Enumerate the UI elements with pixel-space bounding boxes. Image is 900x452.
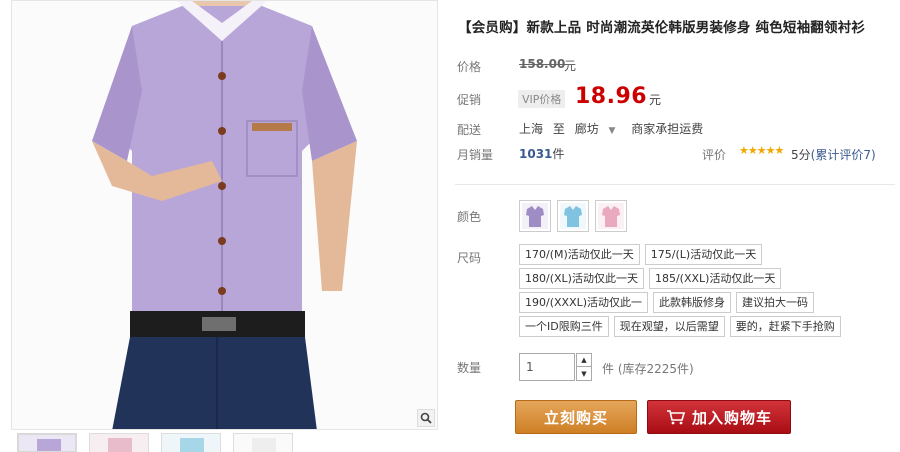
size-option[interactable]: 190/(XXXL)活动仅此一 — [519, 292, 649, 313]
shirt-illustration — [12, 1, 437, 429]
thumbnail-white[interactable] — [233, 433, 293, 452]
thumbnail-purple[interactable] — [17, 433, 77, 452]
sales-count: 1031 — [519, 147, 553, 161]
review-count-link[interactable]: (累计评价7) — [811, 148, 876, 162]
buy-now-button[interactable]: 立刻购买 — [515, 400, 637, 434]
shipping-note: 商家承担运费 — [631, 122, 704, 136]
quantity-stepper: ▲ ▼ — [576, 353, 592, 381]
quantity-up-icon[interactable]: ▲ — [576, 353, 592, 367]
buy-now-label: 立刻购买 — [543, 408, 608, 427]
add-to-cart-button[interactable]: 加入购物车 — [647, 400, 791, 434]
size-option[interactable]: 现在观望，以后需望 — [613, 316, 725, 337]
ship-from: 上海 — [519, 122, 544, 136]
size-option[interactable]: 建议拍大一码 — [736, 292, 815, 313]
product-title: 【会员购】新款上品 时尚潮流英伦韩版男装修身 纯色短袖翻领衬衫 — [458, 20, 866, 36]
size-options: 170/(M)活动仅此一天 175/(L)活动仅此一天 180/(XL)活动仅此… — [519, 244, 889, 340]
sales-unit: 件 — [552, 147, 565, 161]
product-gallery — [11, 0, 438, 452]
promo-label: 促销 — [457, 93, 482, 107]
thumbnail-strip — [11, 433, 438, 452]
thumbnail-blue[interactable] — [161, 433, 221, 452]
thumbnail-pink[interactable] — [89, 433, 149, 452]
quantity-label: 数量 — [457, 361, 482, 375]
add-to-cart-label: 加入购物车 — [691, 408, 772, 427]
ship-to-word: 至 — [552, 122, 565, 136]
divider — [455, 184, 895, 185]
main-product-photo[interactable] — [11, 0, 438, 430]
score-value: 5分 — [791, 148, 811, 162]
promo-price: 18.96 — [575, 84, 648, 109]
size-option[interactable]: 185/(XXL)活动仅此一天 — [648, 268, 782, 289]
color-swatch-pink[interactable] — [595, 200, 627, 232]
monthly-sales-label: 月销量 — [457, 148, 494, 162]
shipping-label: 配送 — [457, 123, 482, 137]
size-label: 尺码 — [457, 251, 482, 265]
size-option[interactable]: 此款韩版修身 — [653, 292, 732, 313]
rating-score: 5分(累计评价7) — [791, 146, 876, 163]
color-swatch-light-blue[interactable] — [557, 200, 589, 232]
size-option[interactable]: 要的，赶紧下手抢购 — [729, 316, 841, 337]
original-price: 158.00 — [519, 57, 566, 71]
cart-icon — [666, 410, 686, 425]
quantity-down-icon[interactable]: ▼ — [576, 367, 592, 381]
price-label: 价格 — [457, 60, 482, 74]
chevron-down-icon: ▼ — [608, 126, 616, 136]
size-option[interactable]: 180/(XL)活动仅此一天 — [519, 268, 644, 289]
original-price-unit: 元 — [564, 59, 577, 73]
color-swatches — [519, 200, 627, 232]
size-option[interactable]: 170/(M)活动仅此一天 — [519, 244, 640, 265]
stock-info: 件 (库存2225件) — [602, 362, 694, 376]
ship-to: 廊坊 — [574, 122, 599, 136]
rating-label: 评价 — [702, 148, 727, 162]
promo-price-unit: 元 — [649, 93, 662, 107]
color-label: 颜色 — [457, 210, 482, 224]
vip-price-badge: VIP价格 — [518, 90, 566, 108]
size-option[interactable]: 一个ID限购三件 — [519, 316, 609, 337]
zoom-icon[interactable] — [417, 409, 435, 427]
quantity-input[interactable]: 1 — [519, 353, 575, 381]
shipping-info: 上海 至 廊坊 ▼ 商家承担运费 — [519, 120, 709, 137]
rating-stars-icon: ★★★★★ — [739, 144, 784, 157]
size-option[interactable]: 175/(L)活动仅此一天 — [644, 244, 763, 265]
monthly-sales: 1031件 — [519, 145, 564, 162]
color-swatch-purple[interactable] — [519, 200, 551, 232]
ship-to-select[interactable]: 廊坊 ▼ — [575, 122, 622, 136]
